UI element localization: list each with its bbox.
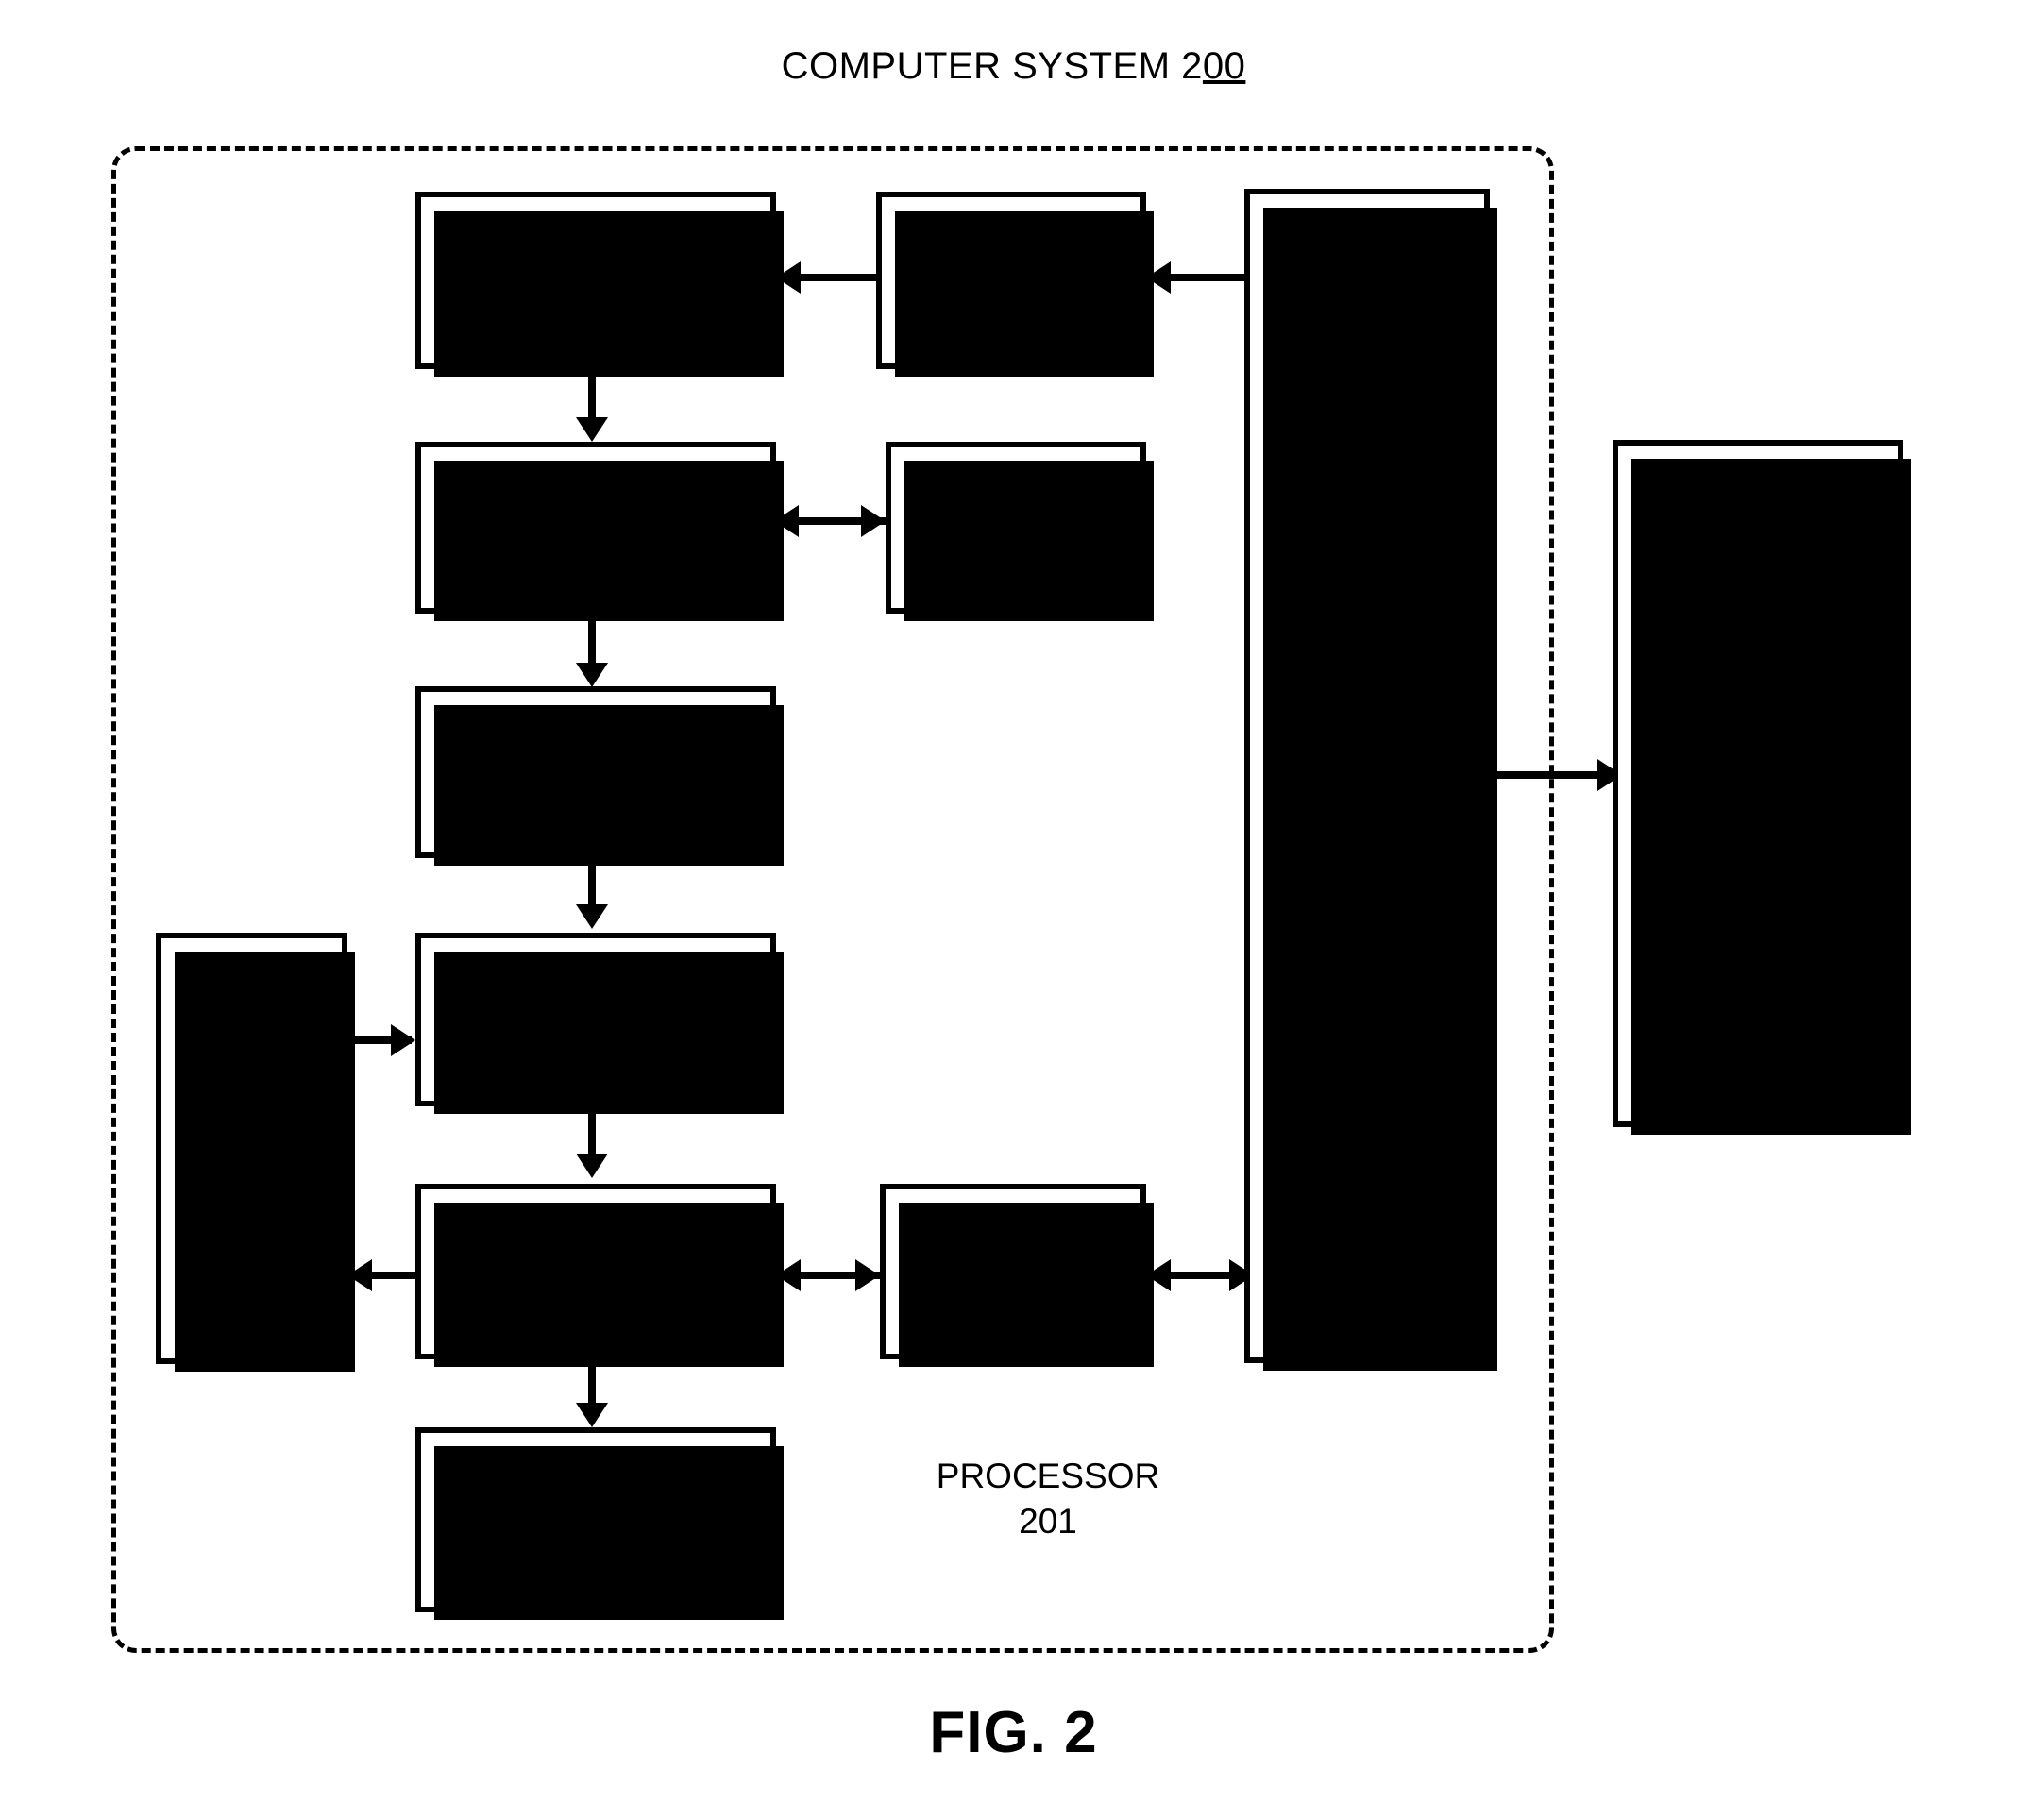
- block-decode-unit[interactable]: DECODE UNIT 204: [415, 442, 784, 621]
- block-commit-retire-unit-label: COMMIT/RETIRE UNIT 212: [456, 1455, 735, 1584]
- arrowhead-execute-to-commit: [576, 1403, 608, 1427]
- block-l1-icache[interactable]: L1 I-CACHE 203: [876, 192, 1154, 377]
- connector-execute-to-regfile: [364, 1272, 421, 1279]
- block-issue-pick-unit-label: ISSUE/PICK UNIT 208: [498, 954, 694, 1084]
- block-l1-icache-label: L1 I-CACHE 203: [938, 215, 1084, 345]
- block-issue-pick-unit[interactable]: ISSUE/PICK UNIT 208: [415, 933, 784, 1114]
- block-l2-cache[interactable]: L2 CACHE 214: [1244, 189, 1497, 1371]
- arrowhead-decode-ruta-right: [861, 505, 886, 537]
- figure-title-number: 200: [1181, 45, 1246, 87]
- arrowhead-fetch-to-decode: [576, 417, 608, 442]
- figure-title-text: COMPUTER SYSTEM: [781, 45, 1182, 87]
- block-ruta-label: RUTA 205: [970, 485, 1062, 569]
- connector-l2-to-icache: [1163, 274, 1254, 281]
- block-fetch-unit[interactable]: FETCH UNIT 202: [415, 192, 784, 377]
- block-reg-file[interactable]: REG FILE 220: [156, 933, 355, 1372]
- block-ruta[interactable]: RUTA 205: [886, 442, 1154, 621]
- figure-caption: FIG. 2: [929, 1700, 1098, 1765]
- block-commit-retire-unit[interactable]: COMMIT/RETIRE UNIT 212: [415, 1427, 784, 1620]
- connector-icache-to-fetch: [793, 274, 876, 281]
- arrowhead-decode-to-rename: [576, 663, 608, 687]
- block-l1-dcache-label: L1 D-CACHE 211: [933, 1206, 1093, 1336]
- block-reg-file-label: REG FILE 220: [213, 1084, 290, 1213]
- connector-l2-memory: [1490, 771, 1613, 779]
- arrowhead-execute-dcache-right: [855, 1259, 880, 1291]
- block-decode-unit-label: DECODE UNIT 204: [520, 463, 671, 592]
- block-rename-unit[interactable]: RENAME UNIT 206: [415, 686, 784, 866]
- block-execute-unit-label: EXECUTE UNIT 210: [467, 1229, 724, 1313]
- block-rename-unit-label: RENAME UNIT 206: [520, 707, 671, 836]
- block-l2-cache-label: L2 CACHE 214: [1306, 711, 1428, 840]
- block-fetch-unit-label: FETCH UNIT 202: [492, 238, 700, 322]
- figure-title: COMPUTER SYSTEM 200: [0, 45, 2027, 88]
- arrowhead-rename-to-issue: [576, 904, 608, 929]
- block-l1-dcache[interactable]: L1 D-CACHE 211: [880, 1184, 1154, 1367]
- arrowhead-regfile-to-issue: [391, 1024, 415, 1056]
- block-memory-system[interactable]: MEMORY SYSTEM 216: [1613, 440, 1911, 1135]
- figure-canvas: COMPUTER SYSTEM 200 FETCH UNIT 202 L1 I-…: [0, 0, 2027, 1820]
- block-memory-system-label: MEMORY SYSTEM 216: [1680, 718, 1836, 848]
- label-processor: PROCESSOR 201: [936, 1457, 1160, 1542]
- arrowhead-issue-to-execute: [576, 1154, 608, 1178]
- block-execute-unit[interactable]: EXECUTE UNIT 210: [415, 1184, 784, 1367]
